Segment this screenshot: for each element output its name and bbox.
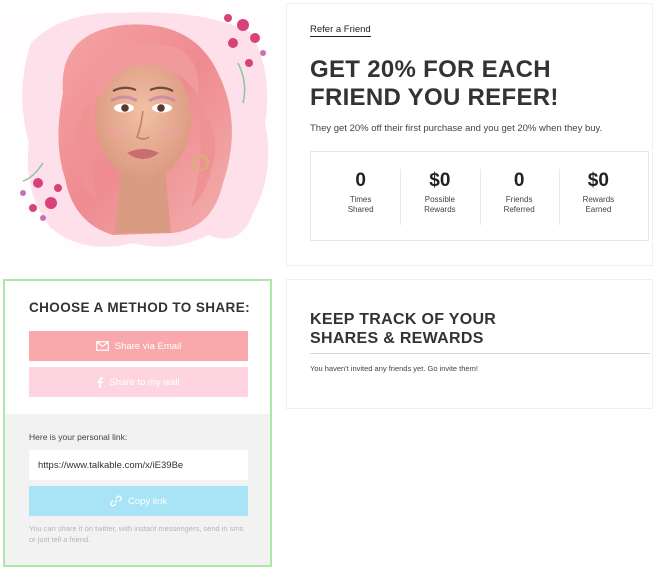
stat-friends-referred: 0 Friends Referred — [479, 169, 559, 225]
referral-subheadline: They get 20% off their first purchase an… — [310, 123, 603, 134]
stat-label: Times Shared — [321, 195, 400, 215]
stat-value: 0 — [513, 170, 525, 191]
stat-value: 0 — [355, 170, 366, 191]
stat-value: $0 — [429, 170, 451, 191]
tracking-empty-message: You haven't invited any friends yet. Go … — [310, 364, 478, 373]
stat-label-line-1: Friends — [505, 195, 533, 204]
tracking-title: KEEP TRACK OF YOUR SHARES & REWARDS — [310, 310, 496, 348]
tracking-title-line-1: KEEP TRACK OF YOUR — [310, 311, 497, 328]
copy-link-button[interactable]: Copy link — [29, 486, 248, 516]
share-to-wall-button[interactable]: Share to my wall — [29, 367, 248, 397]
hero-image — [3, 3, 282, 266]
stat-value: $0 — [587, 170, 609, 191]
headline-line-2: FRIEND YOU REFER! — [310, 84, 559, 111]
stat-label-line-2: Rewards — [424, 205, 456, 214]
refer-a-friend-link[interactable]: Refer a Friend — [310, 24, 371, 37]
stat-label-line-1: Rewards — [582, 195, 615, 204]
stat-label-line-1: Times — [349, 195, 372, 204]
stat-label-line-1: Possible — [424, 195, 455, 204]
stat-label-line-2: Shared — [347, 205, 374, 214]
personal-link-label: Here is your personal link: — [29, 432, 128, 442]
stat-label-line-2: Referred — [503, 205, 535, 214]
link-icon — [110, 495, 122, 507]
referral-headline: GET 20% FOR EACH FRIEND YOU REFER! — [310, 56, 559, 112]
copy-link-label: Copy link — [127, 495, 168, 507]
stat-rewards-earned: $0 Rewards Earned — [558, 169, 638, 225]
referral-panel: Refer a Friend GET 20% FOR EACH FRIEND Y… — [286, 3, 653, 266]
personal-link-section: Here is your personal link: Copy link Yo… — [5, 414, 270, 565]
stat-label: Possible Rewards — [400, 195, 479, 215]
stat-label: Rewards Earned — [559, 195, 638, 215]
share-title: CHOOSE A METHOD TO SHARE: — [29, 300, 251, 315]
tracking-title-line-2: SHARES & REWARDS — [310, 330, 484, 347]
share-methods: CHOOSE A METHOD TO SHARE: Share via Emai… — [5, 281, 270, 414]
headline-line-1: GET 20% FOR EACH — [310, 56, 551, 83]
share-hint-text: You can share it on twitter, with instan… — [29, 524, 244, 544]
share-via-email-button[interactable]: Share via Email — [29, 331, 248, 361]
stat-label: Friends Referred — [480, 195, 559, 215]
personal-link-input[interactable] — [29, 450, 248, 480]
stat-possible-rewards: $0 Possible Rewards — [400, 169, 479, 225]
tracking-divider — [310, 353, 650, 354]
stat-times-shared: 0 Times Shared — [321, 169, 400, 223]
envelope-icon — [95, 341, 109, 351]
stats-box: 0 Times Shared $0 Possible Rewards 0 Fri… — [310, 151, 649, 241]
share-to-wall-label: Share to my wall — [109, 376, 180, 388]
stat-label-line-2: Earned — [585, 205, 612, 214]
share-panel: CHOOSE A METHOD TO SHARE: Share via Emai… — [3, 279, 272, 567]
share-via-email-label: Share via Email — [114, 340, 182, 352]
tracking-panel: KEEP TRACK OF YOUR SHARES & REWARDS You … — [286, 279, 653, 409]
facebook-icon — [97, 376, 104, 388]
hero-illustration — [3, 3, 282, 266]
